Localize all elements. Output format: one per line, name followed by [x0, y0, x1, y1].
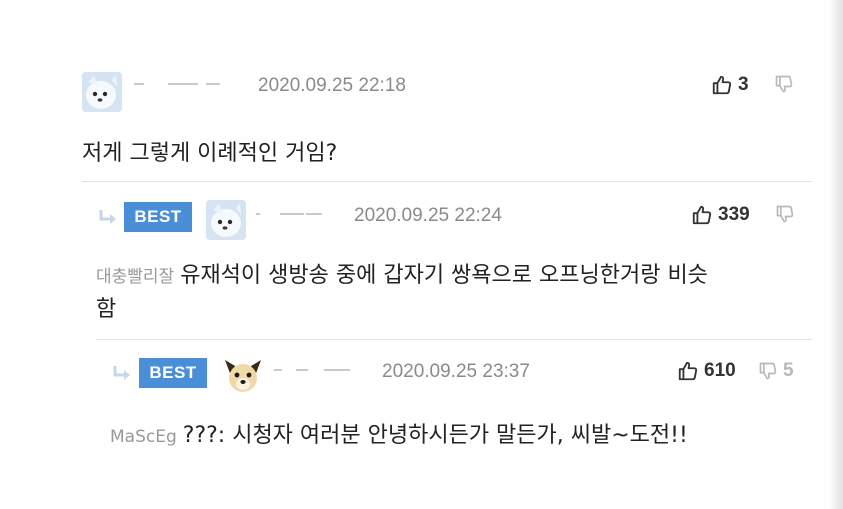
comment-text-continued: 함 [96, 297, 117, 322]
dislike-button[interactable] [774, 74, 799, 94]
reply-to-nickname[interactable]: 대충빨리잘 [96, 267, 174, 287]
comment-date: 2020.09.25 23:37 [382, 361, 530, 382]
nickname-masked[interactable] [256, 206, 346, 226]
white-dog-avatar-icon[interactable] [206, 200, 246, 240]
like-button[interactable]: 339 [691, 204, 750, 226]
comment-header: BEST 2020.09.25 23:37 610 5 [0, 352, 843, 394]
comment-text: MaScEg???: 시청자 여러분 안녕하시든가 말든가, 씨발~도전!! [110, 418, 688, 455]
dislike-button[interactable] [775, 204, 800, 224]
best-badge: BEST [124, 202, 192, 232]
comment-text-line: ???: 시청자 여러분 안녕하시든가 말든가, 씨발~도전!! [182, 423, 688, 448]
comment-text-line: 유재석이 생방송 중에 갑자기 쌍욕으로 오프닝한거랑 비슷 [180, 263, 708, 288]
like-count: 610 [704, 360, 736, 381]
comment-divider [96, 339, 812, 340]
nickname-masked[interactable] [134, 76, 234, 96]
thumbs-up-icon [692, 205, 712, 225]
comment-header: 2020.09.25 22:18 3 [0, 66, 843, 112]
like-count: 3 [738, 74, 749, 95]
best-badge: BEST [139, 358, 207, 388]
white-dog-avatar-icon[interactable] [82, 72, 122, 112]
thumbs-down-icon [776, 205, 794, 223]
like-button[interactable]: 3 [711, 74, 749, 96]
reply-to-nickname[interactable]: MaScEg [110, 427, 177, 447]
like-count: 339 [718, 204, 750, 225]
tan-dog-avatar-icon[interactable] [221, 354, 261, 394]
comment-date: 2020.09.25 22:24 [354, 205, 502, 226]
reply-arrow-icon [99, 210, 116, 224]
nickname-masked[interactable] [274, 362, 370, 382]
thumbs-down-icon [775, 75, 793, 93]
comment-date: 2020.09.25 22:18 [258, 75, 406, 96]
reply-arrow-icon [113, 366, 130, 380]
dislike-button[interactable]: 5 [758, 360, 794, 382]
thumbs-down-icon [759, 362, 777, 380]
thumbs-up-icon [678, 361, 698, 381]
thumbs-up-icon [712, 75, 732, 95]
comment-text: 저게 그렇게 이례적인 거임? [82, 141, 338, 166]
comment-header: BEST 2020.09.25 22:24 339 [0, 196, 843, 240]
dislike-count: 5 [783, 360, 794, 381]
comment-divider [82, 181, 812, 182]
like-button[interactable]: 610 [677, 360, 736, 382]
comment-text: 대충빨리잘 유재석이 생방송 중에 갑자기 쌍욕으로 오프닝한거랑 비슷 [96, 258, 708, 295]
